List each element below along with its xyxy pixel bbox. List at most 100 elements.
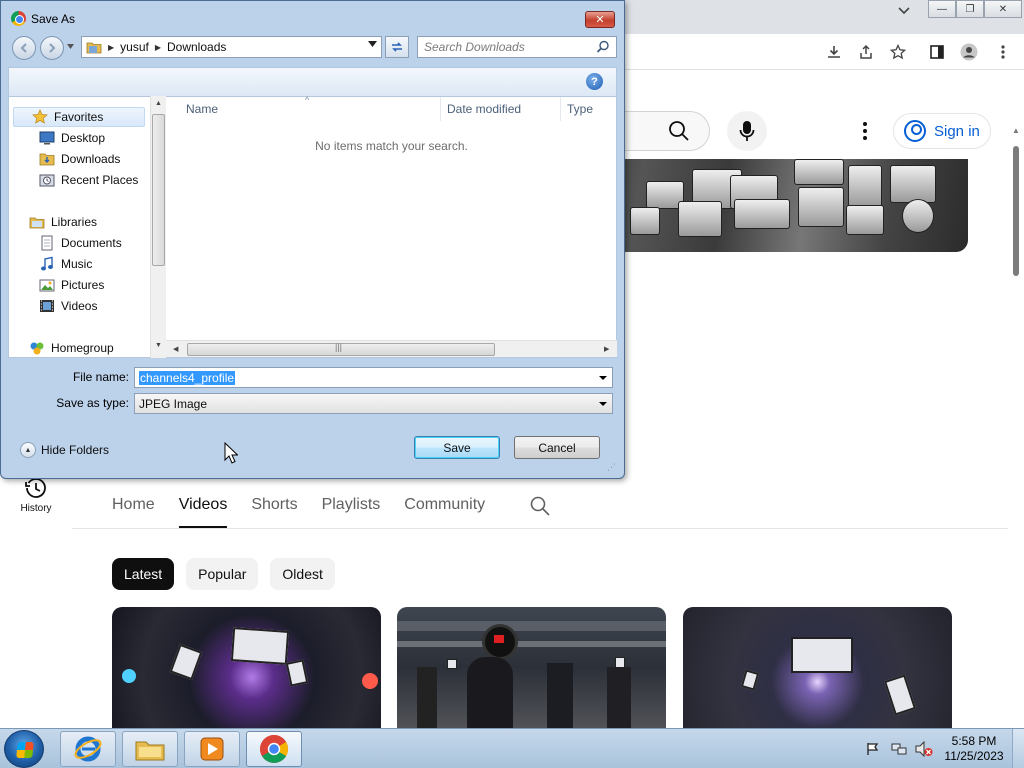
tab-home[interactable]: Home	[112, 484, 155, 528]
nav-music-label: Music	[61, 257, 93, 271]
volume-muted-icon[interactable]	[915, 741, 933, 757]
favorites-star-icon	[32, 109, 48, 124]
tabs-divider	[72, 528, 1008, 529]
column-header-date-modified[interactable]: Date modified	[441, 97, 561, 121]
search-downloads-input[interactable]: Search Downloads	[417, 36, 617, 58]
help-icon[interactable]: ?	[586, 73, 603, 90]
file-name-dropdown-icon[interactable]	[596, 370, 610, 385]
search-icon	[596, 40, 609, 53]
page-scroll-thumb[interactable]	[1013, 146, 1019, 276]
refresh-icon	[392, 42, 402, 52]
recent-locations-chevron-icon[interactable]	[67, 44, 74, 49]
homegroup-icon	[30, 342, 44, 355]
breadcrumb-downloads[interactable]: Downloads	[167, 40, 226, 54]
nav-recent-places[interactable]: Recent Places	[39, 170, 138, 190]
scroll-left-arrow-icon[interactable]: ◀	[173, 345, 178, 353]
internet-explorer-icon	[74, 736, 102, 762]
tab-videos[interactable]: Videos	[178, 484, 227, 528]
file-name-value: channels4_profile	[139, 371, 236, 385]
channel-search-icon[interactable]	[530, 496, 550, 516]
breadcrumb-separator-icon[interactable]: ▶	[108, 43, 114, 52]
scroll-up-arrow-icon[interactable]: ▲	[155, 100, 162, 107]
nav-pane-scrollbar[interactable]: ▲ ▼	[150, 96, 166, 358]
search-placeholder: Search Downloads	[424, 40, 525, 54]
system-clock[interactable]: 5:58 PM 11/25/2023	[940, 734, 1008, 764]
tab-community[interactable]: Community	[404, 484, 485, 528]
action-center-flag-icon[interactable]	[866, 742, 880, 756]
taskbar-windows-explorer[interactable]	[122, 731, 178, 767]
start-button[interactable]	[4, 730, 44, 768]
show-desktop-button[interactable]	[1012, 729, 1024, 768]
tab-search-chevron-icon[interactable]	[898, 7, 910, 15]
video-thumbnail[interactable]	[683, 607, 952, 728]
videos-film-icon	[40, 300, 54, 312]
column-header-type[interactable]: Type	[561, 97, 617, 121]
video-thumbnail[interactable]	[112, 607, 381, 728]
sign-in-button[interactable]: Sign in	[893, 113, 991, 149]
chip-latest[interactable]: Latest	[112, 558, 175, 590]
cancel-button[interactable]: Cancel	[514, 436, 600, 459]
address-dropdown-icon[interactable]	[368, 41, 377, 47]
hide-folders-toggle[interactable]: ▲ Hide Folders	[20, 442, 109, 458]
taskbar-media-player[interactable]	[184, 731, 240, 767]
download-icon[interactable]	[825, 43, 843, 61]
nav-scroll-thumb[interactable]	[152, 114, 165, 266]
nav-favorites[interactable]: Favorites	[13, 107, 145, 127]
profile-icon[interactable]	[960, 43, 978, 61]
page-scrollbar[interactable]: ▲	[1008, 120, 1024, 730]
window-close-button[interactable]: ✕	[984, 0, 1022, 18]
history-nav[interactable]: History	[12, 476, 60, 520]
taskbar-chrome[interactable]	[246, 731, 302, 767]
side-panel-icon[interactable]	[928, 43, 946, 61]
taskbar-internet-explorer[interactable]	[60, 731, 116, 767]
folder-icon	[86, 42, 102, 53]
restore-button[interactable]: ❐	[956, 0, 984, 18]
file-list-h-scrollbar[interactable]: ◀ ||| ▶	[166, 340, 617, 357]
chip-popular[interactable]: Popular	[186, 558, 259, 590]
clock-time: 5:58 PM	[951, 734, 997, 748]
video-thumbnail[interactable]	[397, 607, 666, 728]
forward-button[interactable]	[40, 36, 64, 60]
yt-search-button[interactable]	[624, 111, 710, 151]
nav-pictures[interactable]: Pictures	[39, 275, 104, 295]
resize-grip-icon[interactable]: ⋰	[607, 462, 616, 473]
network-icon[interactable]	[891, 741, 907, 757]
nav-recent-places-label: Recent Places	[61, 173, 139, 187]
save-button[interactable]: Save	[414, 436, 500, 459]
chip-oldest[interactable]: Oldest	[270, 558, 335, 590]
dialog-close-button[interactable]: ✕	[585, 11, 615, 28]
nav-homegroup[interactable]: Homegroup	[29, 338, 114, 357]
nav-music[interactable]: Music	[39, 254, 92, 274]
breadcrumb-yusuf[interactable]: yusuf	[120, 40, 149, 54]
share-icon[interactable]	[857, 43, 875, 61]
nav-documents-label: Documents	[61, 236, 122, 250]
scroll-down-arrow-icon[interactable]: ▼	[155, 342, 162, 349]
media-player-icon	[200, 737, 224, 761]
breadcrumb-separator-icon[interactable]: ▶	[155, 43, 161, 52]
back-button[interactable]	[12, 36, 36, 60]
nav-pictures-label: Pictures	[61, 278, 105, 292]
more-options-icon[interactable]	[855, 118, 875, 144]
scroll-right-arrow-icon[interactable]: ▶	[604, 345, 609, 353]
nav-desktop[interactable]: Desktop	[39, 128, 105, 148]
voice-search-button[interactable]	[727, 111, 767, 151]
refresh-button[interactable]	[385, 36, 409, 58]
scroll-up-arrow-icon[interactable]: ▲	[1012, 126, 1020, 135]
nav-documents[interactable]: Documents	[39, 233, 122, 253]
save-type-select[interactable]: JPEG Image	[134, 393, 613, 414]
chrome-menu-icon[interactable]	[994, 43, 1012, 61]
file-name-field[interactable]: channels4_profile	[134, 367, 613, 388]
nav-videos-label: Videos	[61, 299, 98, 313]
bookmark-star-icon[interactable]	[889, 43, 907, 61]
column-header-name[interactable]: Name	[166, 97, 441, 121]
nav-videos[interactable]: Videos	[39, 296, 97, 316]
nav-libraries[interactable]: Libraries	[29, 212, 97, 232]
tab-shorts[interactable]: Shorts	[251, 484, 297, 528]
documents-icon	[41, 235, 53, 251]
address-bar[interactable]: ▶ yusuf ▶ Downloads	[81, 36, 382, 58]
minimize-button[interactable]: —	[928, 0, 956, 18]
chevron-up-icon: ▲	[20, 442, 36, 458]
nav-downloads[interactable]: Downloads	[39, 149, 120, 169]
save-type-dropdown-icon[interactable]	[596, 396, 610, 411]
tab-playlists[interactable]: Playlists	[322, 484, 381, 528]
